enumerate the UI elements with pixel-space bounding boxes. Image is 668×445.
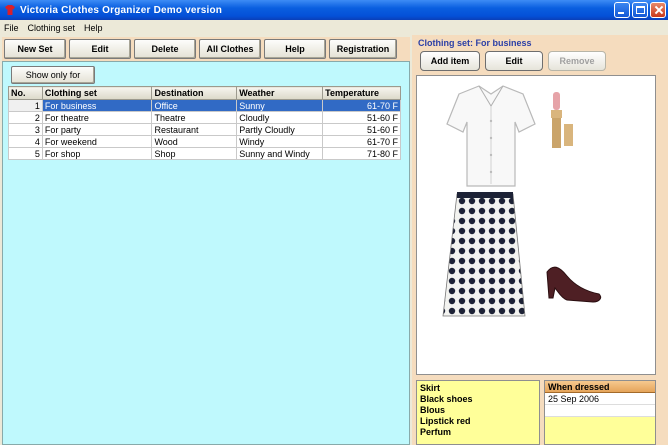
cell-temperature: 51-60 F xyxy=(322,123,401,136)
lipstick-image xyxy=(551,92,573,148)
cell-temperature: 61-70 F xyxy=(322,99,401,112)
edit-button[interactable]: Edit xyxy=(69,39,131,59)
delete-button[interactable]: Delete xyxy=(134,39,196,59)
all-clothes-button[interactable]: All Clothes xyxy=(199,39,261,59)
minimize-button[interactable] xyxy=(614,2,630,18)
list-item[interactable]: Lipstick red xyxy=(420,416,536,427)
maximize-icon xyxy=(636,6,645,14)
cell-no: 4 xyxy=(8,135,43,148)
cell-clothing-set: For party xyxy=(41,123,153,136)
when-dressed-header[interactable]: When dressed xyxy=(545,381,655,393)
cell-no: 5 xyxy=(8,147,43,160)
menu-bar: File Clothing set Help xyxy=(0,20,668,35)
clothing-set-detail-panel: Clothing set: For business Add item Edit… xyxy=(412,35,668,445)
col-clothing-set[interactable]: Clothing set xyxy=(41,86,153,100)
cell-clothing-set: For theatre xyxy=(41,111,153,124)
table-row[interactable]: 1 For business Office Sunny 61-70 F xyxy=(8,99,401,112)
title-bar: Victoria Clothes Organizer Demo version xyxy=(0,0,668,20)
col-no[interactable]: No. xyxy=(8,86,43,100)
cell-destination: Office xyxy=(151,99,238,112)
col-weather[interactable]: Weather xyxy=(236,86,324,100)
new-set-button[interactable]: New Set xyxy=(4,39,66,59)
empty-date-row[interactable] xyxy=(545,405,655,417)
cell-clothing-set: For business xyxy=(41,99,153,112)
cell-temperature: 71-80 F xyxy=(322,147,401,160)
app-shirt-icon xyxy=(4,4,16,16)
table-row[interactable]: 5 For shop Shop Sunny and Windy 71-80 F xyxy=(8,147,401,160)
table-row[interactable]: 3 For party Restaurant Partly Cloudly 51… xyxy=(8,123,401,136)
remove-item-button[interactable]: Remove xyxy=(548,51,606,71)
table-row[interactable]: 4 For weekend Wood Windy 61-70 F xyxy=(8,135,401,148)
col-temperature[interactable]: Temperature xyxy=(322,86,401,100)
cell-no: 1 xyxy=(8,99,43,112)
table-row[interactable]: 2 For theatre Theatre Cloudly 51-60 F xyxy=(8,111,401,124)
cell-destination: Restaurant xyxy=(151,123,238,136)
registration-button[interactable]: Registration xyxy=(329,39,397,59)
cell-weather: Sunny xyxy=(236,99,324,112)
blouse-image xyxy=(446,85,536,187)
cell-no: 3 xyxy=(8,123,43,136)
cell-weather: Cloudly xyxy=(236,111,324,124)
cell-weather: Partly Cloudly xyxy=(236,123,324,136)
menu-help[interactable]: Help xyxy=(84,23,103,33)
when-dressed-list: When dressed 25 Sep 2006 xyxy=(544,380,656,445)
outfit-items-list: Skirt Black shoes Blous Lipstick red Per… xyxy=(416,380,540,445)
cell-clothing-set: For weekend xyxy=(41,135,153,148)
cell-clothing-set: For shop xyxy=(41,147,153,160)
cell-temperature: 61-70 F xyxy=(322,135,401,148)
clothing-sets-table: No. Clothing set Destination Weather Tem… xyxy=(8,86,401,160)
cell-destination: Shop xyxy=(151,147,238,160)
cell-weather: Sunny and Windy xyxy=(236,147,324,160)
menu-file[interactable]: File xyxy=(4,23,19,33)
minimize-icon xyxy=(618,12,624,14)
cell-destination: Theatre xyxy=(151,111,238,124)
list-item[interactable]: Perfum xyxy=(420,427,536,438)
list-item[interactable]: Blous xyxy=(420,405,536,416)
help-button[interactable]: Help xyxy=(264,39,326,59)
cell-destination: Wood xyxy=(151,135,238,148)
close-button[interactable] xyxy=(650,2,666,18)
cell-no: 2 xyxy=(8,111,43,124)
table-header-row: No. Clothing set Destination Weather Tem… xyxy=(8,86,401,100)
show-only-for-button[interactable]: Show only for xyxy=(11,66,95,84)
skirt-image xyxy=(442,192,526,317)
edit-item-button[interactable]: Edit xyxy=(485,51,543,71)
outfit-preview xyxy=(416,75,656,375)
clothing-sets-panel: Show only for No. Clothing set Destinati… xyxy=(2,61,410,445)
list-item[interactable]: Black shoes xyxy=(420,394,536,405)
cell-temperature: 51-60 F xyxy=(322,111,401,124)
main-toolbar: New Set Edit Delete All Clothes Help Reg… xyxy=(2,37,410,61)
add-item-button[interactable]: Add item xyxy=(420,51,480,71)
outfit-illustration xyxy=(442,85,602,317)
menu-clothing-set[interactable]: Clothing set xyxy=(28,23,76,33)
shoe-image xyxy=(546,266,602,303)
window-title: Victoria Clothes Organizer Demo version xyxy=(20,4,223,16)
clothing-set-title: Clothing set: For business xyxy=(418,38,532,48)
cell-weather: Windy xyxy=(236,135,324,148)
list-item[interactable]: Skirt xyxy=(420,383,536,394)
maximize-button[interactable] xyxy=(632,2,648,18)
col-destination[interactable]: Destination xyxy=(151,86,238,100)
date-row[interactable]: 25 Sep 2006 xyxy=(545,393,655,405)
